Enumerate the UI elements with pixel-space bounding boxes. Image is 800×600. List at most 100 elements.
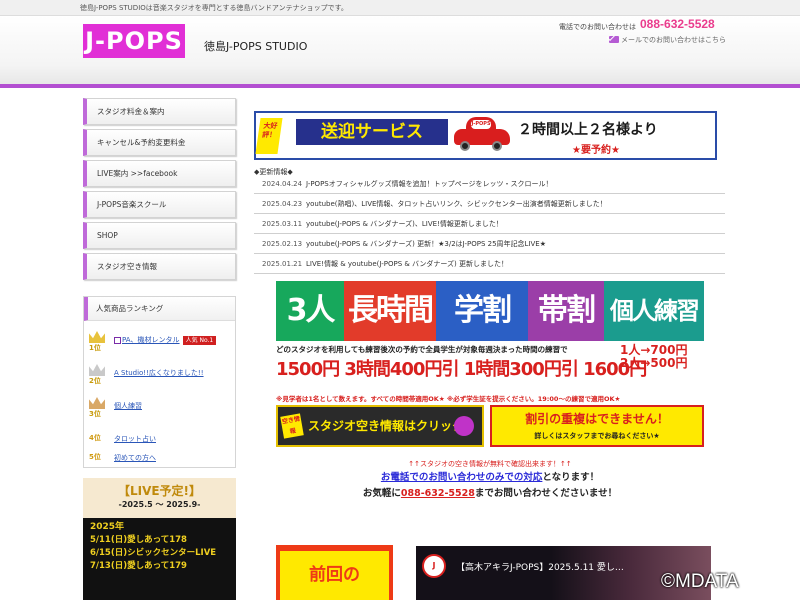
tel-label: 電話でのお問い合わせは xyxy=(559,23,636,31)
live-schedule-title: 【LIVE予定!】 xyxy=(117,484,202,498)
live-schedule-header: 【LIVE予定!】 -2025.5 ～ 2025.9- xyxy=(83,478,236,518)
rank-position: 3位 xyxy=(89,410,101,418)
mail-contact-link[interactable]: メールでのお問い合わせはこちら xyxy=(621,35,726,45)
rank-position: 2位 xyxy=(89,377,101,385)
bronze-crown-icon xyxy=(89,397,105,409)
contact-pre: お気軽に xyxy=(362,488,401,499)
availability-button-label: スタジオ空き情報はクリック xyxy=(308,419,465,433)
discount-time-slot: 帯割 xyxy=(528,281,604,341)
phone-contact-link[interactable]: お電話でのお問い合わせのみでの対応 xyxy=(381,472,543,483)
news-item[interactable]: 2025.03.11 youtube(J-POPS & バンダナーズ)、LIVE!… xyxy=(254,214,725,234)
discount-solo-practice: 個人練習 xyxy=(604,281,704,341)
wheel-icon xyxy=(492,141,502,151)
top-bar-text: 徳島J-POPS STUDIOは音楽スタジオを専門とする徳島バンドアンテナショッ… xyxy=(80,4,348,12)
rank-position: 5位 xyxy=(89,453,101,461)
sidebar-nav: スタジオ料金＆案内 キャンセル&予約変更料金 LIVE案内 >>facebook… xyxy=(83,98,236,284)
discount-long-hours: 長時間割 xyxy=(344,281,436,388)
discount-three-people: 3人割 xyxy=(276,281,344,388)
header-accent-line xyxy=(0,84,800,88)
video-title[interactable]: 【高木アキラJ-POPS】2025.5.11 愛し… xyxy=(456,560,624,573)
news-item[interactable]: 2025.01.21 LIVE!情報 & youtube(J-POPS & バンダ… xyxy=(254,254,725,274)
sidebar-item-shop[interactable]: SHOP xyxy=(83,222,236,249)
news-text: LIVE!情報 & youtube(J-POPS & バンダナーズ) 更新しまし… xyxy=(306,260,509,268)
contact-phone-only: お電話でのお問い合わせのみでの対応となります！ xyxy=(276,470,704,486)
car-icon: J-POPS xyxy=(454,117,512,151)
ranking-row: 3位 個人練習 xyxy=(89,397,229,419)
news-date: 2025.02.13 xyxy=(262,240,303,248)
top-bar: 徳島J-POPS STUDIOは音楽スタジオを専門とする徳島バンドアンテナショッ… xyxy=(0,0,800,16)
ranking-link[interactable]: 初めての方へ xyxy=(114,453,156,463)
availability-tag: 空き情報 xyxy=(280,413,304,439)
previous-live-banner[interactable]: 前回の xyxy=(276,545,393,600)
contact-block: ↑↑スタジオの空き情報が無料で確認出来ます！↑↑ お電話でのお問い合わせのみでの… xyxy=(276,458,704,502)
news-item[interactable]: 2024.04.24 J-POPSオフィシャルグッズ情報を追加！トップページをレッ… xyxy=(254,174,725,194)
sidebar-item-music-school[interactable]: J-POPS音楽スクール xyxy=(83,191,236,218)
solo-prices: 1人→700円 2人→500円 xyxy=(620,344,687,370)
news-list: 2024.04.24 J-POPSオフィシャルグッズ情報を追加！トップページをレッ… xyxy=(254,174,725,274)
sidebar-item-live-facebook[interactable]: LIVE案内 >>facebook xyxy=(83,160,236,187)
contact-phone-rest: となります！ xyxy=(542,472,600,483)
discount-banner: 3人割 長時間割 学割 帯割 個人練習 どのスタジオを利用しても練習後次の予約で… xyxy=(276,281,704,448)
pickup-service-banner[interactable]: 大好評！ 送迎サービス J-POPS ２時間以上２名様より ★要予約★ xyxy=(254,111,717,160)
live-schedule-range: -2025.5 ～ 2025.9- xyxy=(118,500,201,509)
news-text: youtube(熟唱)、LIVE情報、タロット占いリンク、シビックセンター出演者… xyxy=(306,200,607,208)
news-text: youtube(J-POPS & バンダナーズ)、LIVE!情報更新しました！ xyxy=(306,220,503,228)
news-text: youtube(J-POPS & バンダナーズ) 更新！★3/2はJ-POPS … xyxy=(306,240,546,248)
discount-warning-title: 割引の重複はできません！ xyxy=(525,412,669,426)
contact-availability-note: ↑↑スタジオの空き情報が無料で確認出来ます！↑↑ xyxy=(408,460,572,468)
previous-live-label: 前回の xyxy=(280,551,389,600)
news-date: 2024.04.24 xyxy=(262,180,303,188)
ranking-link-label: PA、機材レンタル xyxy=(122,336,180,344)
discount-warning-sub: 詳しくはスタッフまでお尋ねください★ xyxy=(534,432,660,440)
car-label: J-POPS xyxy=(471,120,491,129)
pickup-reservation-note: ★要予約★ xyxy=(572,145,620,156)
news-date: 2025.03.11 xyxy=(262,220,303,228)
tel-number[interactable]: 088-632-5528 xyxy=(640,17,715,31)
availability-button[interactable]: 空き情報 スタジオ空き情報はクリック xyxy=(276,405,484,447)
wheel-icon xyxy=(460,141,470,151)
live-schedule-banner[interactable]: 【LIVE予定!】 -2025.5 ～ 2025.9- 2025年 5/11(日… xyxy=(83,478,236,600)
news-date: 2025.04.23 xyxy=(262,200,303,208)
site-title: 徳島J-POPS STUDIO xyxy=(204,40,308,53)
live-schedule-line: 6/15(日)シビックセンターLIVE xyxy=(90,548,217,558)
live-schedule-line: 7/13(日)愛しあって179 xyxy=(90,561,187,571)
silver-crown-icon xyxy=(89,364,105,376)
rank-position: 1位 xyxy=(89,344,101,352)
discount-categories: 3人割 長時間割 学割 帯割 個人練習 xyxy=(276,281,704,388)
ranking-link[interactable]: PA、機材レンタル 人気 No.1 xyxy=(114,335,217,345)
sidebar-item-cancel-fees[interactable]: キャンセル&予約変更料金 xyxy=(83,129,236,156)
channel-avatar[interactable]: J xyxy=(422,554,446,578)
news-item[interactable]: 2025.04.23 youtube(熟唱)、LIVE情報、タロット占いリンク、シ… xyxy=(254,194,725,214)
live-schedule-year: 2025年 xyxy=(90,522,125,532)
phone-number-link[interactable]: 088-632-5528 xyxy=(401,488,475,499)
orb-icon xyxy=(454,416,474,436)
live-schedule-line: 5/11(日)愛しあって178 xyxy=(90,535,187,545)
ranking-title: 人気商品ランキング xyxy=(84,297,235,321)
site-logo[interactable]: J-POPS xyxy=(83,24,185,58)
popular-tag: 大好評！ xyxy=(255,118,283,154)
news-text: J-POPSオフィシャルグッズ情報を追加！トップページをレッツ・スクロール！ xyxy=(306,180,553,188)
gold-crown-icon xyxy=(89,331,105,343)
sidebar-item-availability[interactable]: スタジオ空き情報 xyxy=(83,253,236,280)
news-item[interactable]: 2025.02.13 youtube(J-POPS & バンダナーズ) 更新！★3… xyxy=(254,234,725,254)
discount-warning: 割引の重複はできません！ 詳しくはスタッフまでお尋ねください★ xyxy=(490,405,704,447)
sidebar-item-studio-fees[interactable]: スタジオ料金＆案内 xyxy=(83,98,236,125)
popular-badge: 人気 No.1 xyxy=(182,336,217,345)
ranking-row: 1位 PA、機材レンタル 人気 No.1 xyxy=(89,331,229,353)
solo-price-line: 2人→500円 xyxy=(620,356,688,370)
discount-fine-print: ※見学者は1名として数えます。すべての時間帯適用OK★ ※必ず学生証を提示くださ… xyxy=(276,395,621,403)
ranking-panel: 人気商品ランキング 1位 PA、機材レンタル 人気 No.1 2位 A Studi… xyxy=(83,296,236,468)
ranking-row: 5位 初めての方へ xyxy=(89,449,229,471)
pickup-condition: ２時間以上２名様より xyxy=(518,122,658,138)
discount-student: 学割 xyxy=(436,281,528,341)
ranking-link[interactable]: 個人練習 xyxy=(114,401,142,411)
rank-position: 4位 xyxy=(89,434,101,442)
pickup-title: 送迎サービス xyxy=(296,119,448,145)
ranking-link[interactable]: A Studio!!広くなりました!! xyxy=(114,368,204,378)
contact-post: までお問い合わせくださいませ！ xyxy=(474,488,618,499)
watermark: ©MDATA xyxy=(661,571,739,592)
ranking-link[interactable]: タロット占い xyxy=(114,434,156,444)
news-date: 2025.01.21 xyxy=(262,260,303,268)
rental-icon xyxy=(114,336,121,344)
discount-prices: 1500円 3時間400円引 1時間300円引 1600円 xyxy=(276,359,647,380)
